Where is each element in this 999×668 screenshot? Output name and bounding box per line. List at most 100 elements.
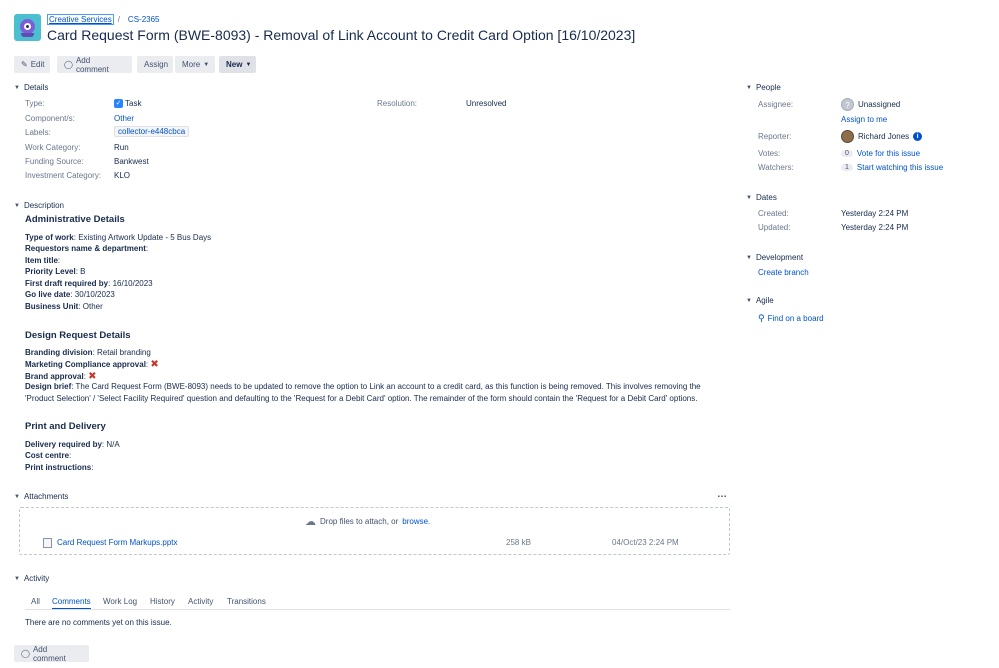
issue-title[interactable]: Card Request Form (BWE-8093) - Removal o… [47,27,635,43]
development-heading: Development [755,253,804,262]
investment-category-value: KLO [114,171,131,180]
browse-link[interactable]: browse. [402,517,430,526]
breadcrumb: Creative Services / CS-2365 [47,14,160,25]
pencil-icon: ✎ [21,60,28,69]
assign-label: Assign [144,60,169,69]
item-title-line: Item title: [25,256,60,265]
breadcrumb-issue-key[interactable]: CS-2365 [128,15,160,24]
tab-divider [25,609,730,610]
agile-section-toggle[interactable]: ▼ Agile [746,296,774,305]
assignee-value[interactable]: ? Unassigned [841,98,900,111]
brand-approval-label: Brand approval [25,372,84,381]
first-draft-label: First draft required by [25,279,109,288]
details-section-toggle[interactable]: ▼ Details [14,83,48,92]
funding-source-value: Bankwest [114,157,149,166]
assign-to-me-link[interactable]: Assign to me [841,115,887,124]
requestors-value: : [145,244,149,253]
chevron-down-icon: ▼ [245,61,252,68]
chevron-down-icon: ▼ [14,202,20,209]
more-label: More [182,60,201,69]
label-tag[interactable]: collector-e448cbca [114,126,190,137]
created-value: Yesterday 2:24 PM [841,209,909,218]
type-value[interactable]: ✓ Task [114,99,142,109]
work-category-label: Work Category: [25,143,81,152]
watchers-value: 1 Start watching this issue [841,163,943,172]
chevron-down-icon: ▼ [14,84,20,91]
unassigned-avatar-icon: ? [841,98,854,111]
type-of-work-line: Type of work: Existing Artwork Update - … [25,233,211,242]
brand-approval-value: : [83,372,86,381]
cost-centre-line: Cost centre: [25,451,71,460]
item-title-value: : [57,256,61,265]
assignee-label: Assignee: [758,100,794,109]
updated-label: Updated: [758,223,791,232]
marketing-compliance-value: : [145,360,149,369]
development-section-toggle[interactable]: ▼ Development [746,253,803,262]
brand-approval-line: Brand approval: ✖ [25,371,97,382]
updated-value: Yesterday 2:24 PM [841,223,909,232]
attachments-more-icon[interactable]: … [717,489,727,500]
breadcrumb-project-link[interactable]: Creative Services [47,14,114,25]
find-on-board-link[interactable]: Find on a board [768,314,824,323]
find-on-board-row[interactable]: ⚲ Find on a board [758,313,824,324]
vote-link[interactable]: Vote for this issue [857,149,920,158]
chevron-down-icon: ▼ [203,61,210,68]
go-live-label: Go live date [25,290,71,299]
votes-value: 0 Vote for this issue [841,149,920,158]
search-icon: ⚲ [758,313,765,323]
description-section-toggle[interactable]: ▼ Description [14,201,64,210]
no-comments-message: There are no comments yet on this issue. [25,618,172,627]
add-comment-bottom-label: Add comment [32,644,66,663]
more-button[interactable]: More ▼ [175,56,215,73]
votes-label: Votes: [758,149,781,158]
dates-section-toggle[interactable]: ▼ Dates [746,193,777,202]
delivery-value: : N/A [101,440,120,449]
avatar-pupil-shape [26,25,29,28]
go-live-line: Go live date: 30/10/2023 [25,290,115,299]
attachment-file-link[interactable]: Card Request Form Markups.pptx [57,538,178,547]
assign-button[interactable]: Assign [137,56,173,73]
project-avatar[interactable] [14,14,41,41]
cloud-upload-icon: ☁ [305,516,316,528]
chevron-down-icon: ▼ [746,297,752,304]
first-draft-value: : 16/10/2023 [108,279,153,288]
chevron-down-icon: ▼ [14,493,20,500]
tab-activity[interactable]: Activity [188,597,213,606]
people-section-toggle[interactable]: ▼ People [746,83,781,92]
priority-value: : B [75,267,86,276]
tab-history[interactable]: History [150,597,175,606]
tab-all[interactable]: All [31,597,40,606]
edit-button[interactable]: ✎ Edit [14,56,50,73]
dates-heading: Dates [755,193,777,202]
activity-section-toggle[interactable]: ▼ Activity [14,574,49,583]
reporter-value[interactable]: Richard Jones i [841,130,923,143]
tab-work-log[interactable]: Work Log [103,597,137,606]
business-unit-value: : Other [78,302,103,311]
labels-label: Labels: [25,128,51,137]
components-value-link[interactable]: Other [114,114,134,123]
created-label: Created: [758,209,789,218]
cross-icon: ✖ [150,359,159,370]
tab-transitions[interactable]: Transitions [227,597,266,606]
add-comment-button[interactable]: ◯ Add comment [57,55,132,74]
create-branch-link[interactable]: Create branch [758,268,809,277]
breadcrumb-separator: / [117,15,120,24]
components-label: Component/s: [25,114,75,123]
marketing-compliance-label: Marketing Compliance approval [25,360,146,369]
requestors-line: Requestors name & department: [25,244,148,253]
resolution-label: Resolution: [377,99,418,108]
new-button[interactable]: New ▼ [219,56,256,73]
edit-button-label: Edit [30,60,45,69]
add-comment-label: Add comment [75,55,109,74]
attachments-section-toggle[interactable]: ▼ Attachments [14,492,68,501]
start-watching-link[interactable]: Start watching this issue [857,163,943,172]
first-draft-line: First draft required by: 16/10/2023 [25,279,153,288]
add-comment-bottom-button[interactable]: ◯ Add comment [14,644,89,663]
design-brief-text-2: 'Product Selection' / 'Select Facility R… [25,394,698,403]
votes-count-badge: 0 [841,150,853,157]
design-brief-label: Design brief [25,382,72,391]
delivery-label: Delivery required by [25,440,102,449]
new-label: New [226,60,243,69]
type-value-text: Task [125,99,142,108]
info-icon[interactable]: i [913,132,923,141]
